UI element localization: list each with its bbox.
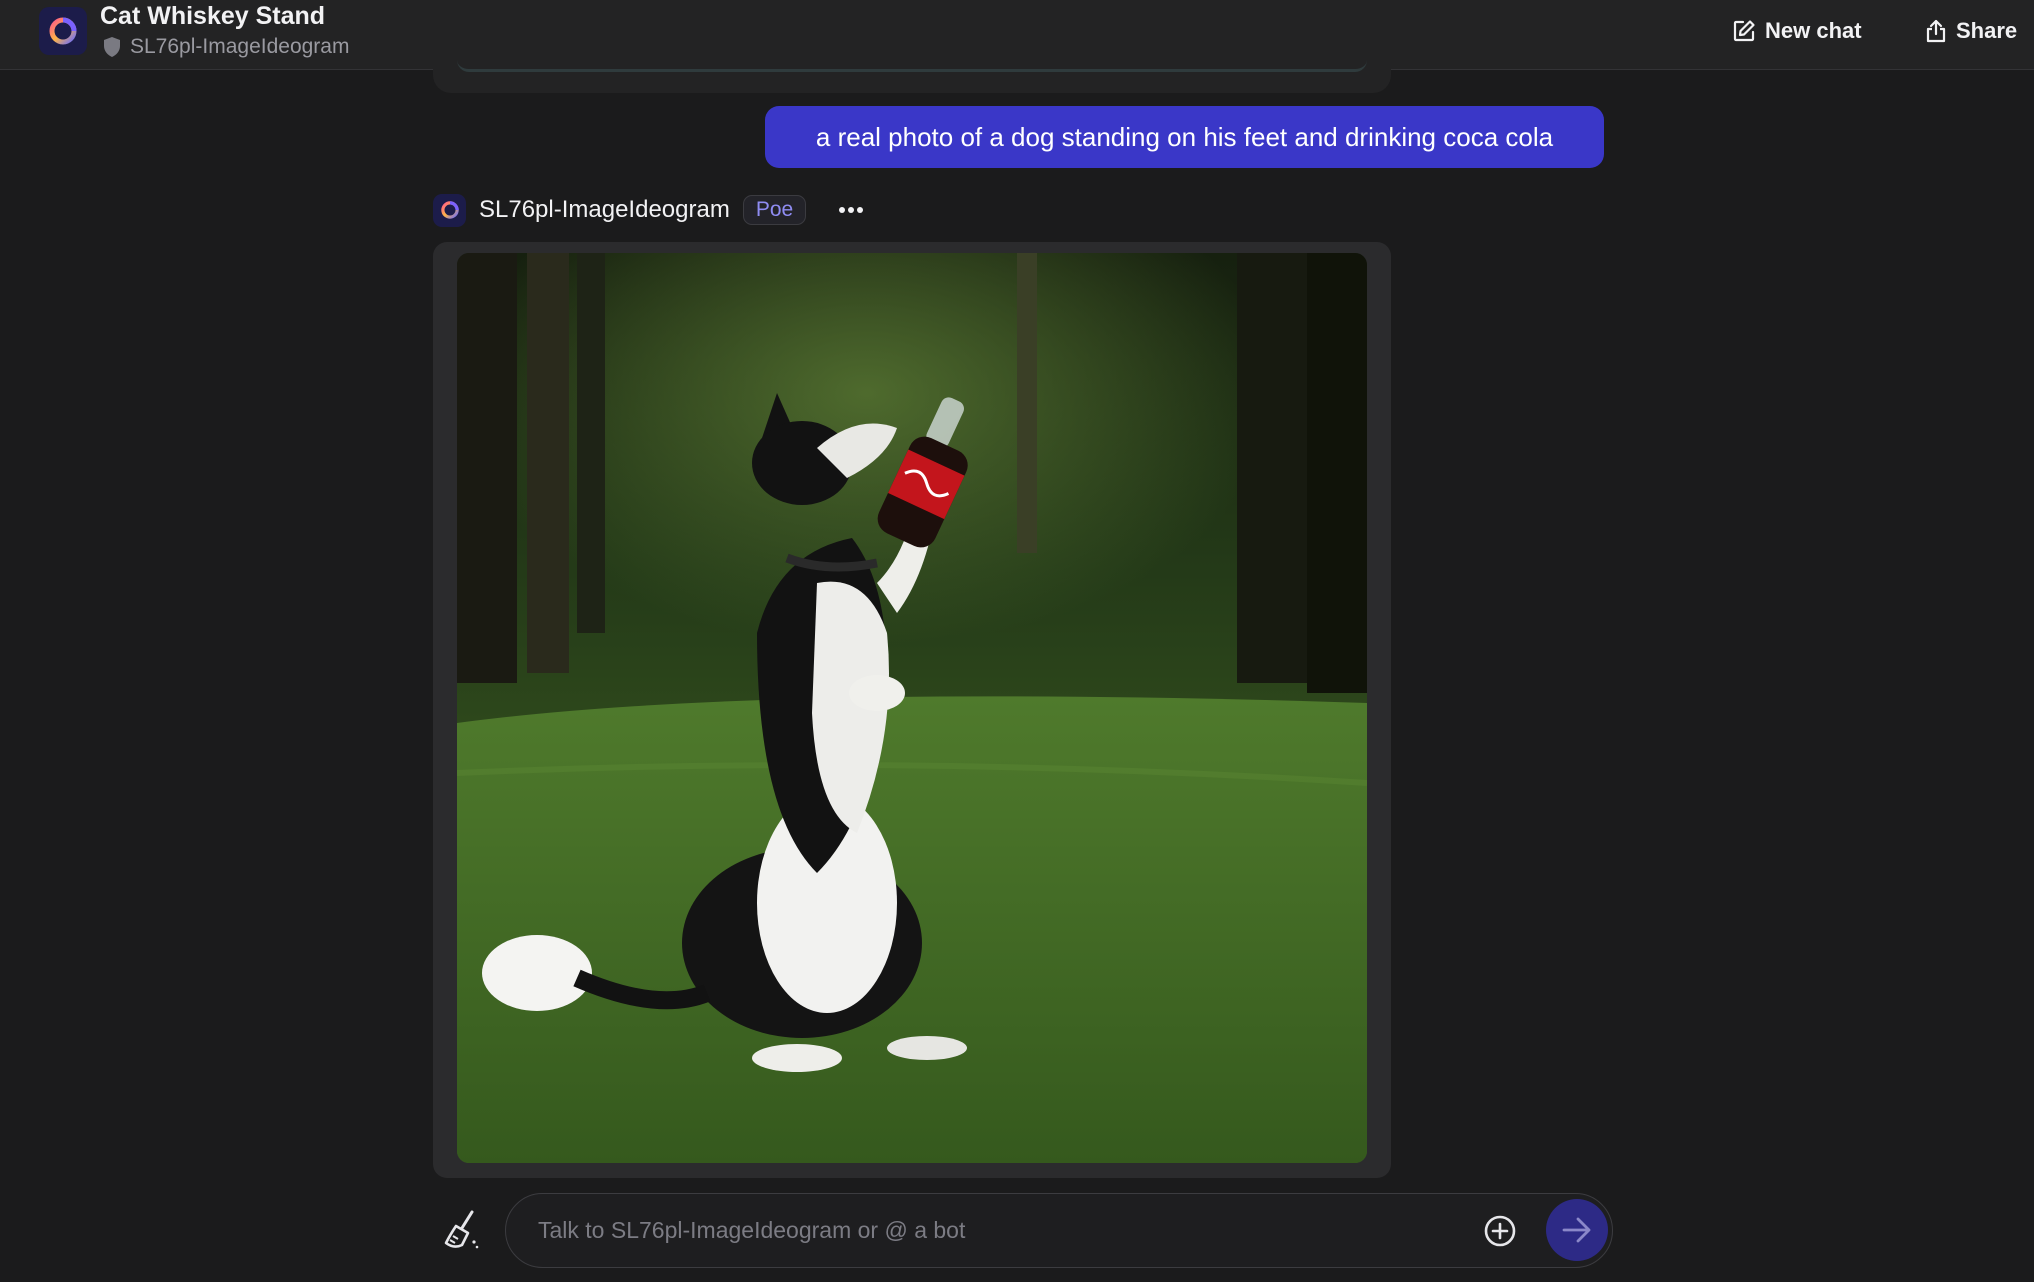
clear-context-button[interactable] [437,1205,487,1255]
bot-name-label: SL76pl-ImageIdeogram [130,35,350,58]
poe-swirl-logo-icon [49,17,77,45]
share-label: Share [1956,18,2018,43]
plus-circle-icon [1484,1215,1516,1247]
message-composer [505,1193,1613,1268]
previous-message-card [433,40,1391,93]
shield-icon [102,36,122,58]
broom-icon [444,1210,479,1249]
bot-avatar-small[interactable] [433,193,466,227]
send-button[interactable] [1546,1199,1608,1261]
share-button[interactable]: Share [1925,15,2017,47]
user-message-bubble[interactable]: a real photo of a dog standing on his fe… [765,106,1604,168]
share-upload-icon [1926,19,1946,43]
ellipsis-icon [839,207,864,213]
attach-button[interactable] [1481,1212,1519,1250]
more-options-button[interactable] [834,195,868,225]
bot-avatar[interactable] [39,7,87,55]
chat-title: Cat Whiskey Stand [100,2,326,30]
bot-subtitle[interactable]: SL76pl-ImageIdeogram [102,35,349,59]
message-input[interactable] [538,1194,1458,1267]
new-chat-button[interactable]: New chat [1732,15,1862,47]
generated-dog-image[interactable] [457,253,1367,1163]
bot-response-header: SL76pl-ImageIdeogram Poe [433,193,868,227]
poe-swirl-logo-icon [440,201,459,219]
previous-message-edge [457,60,1367,72]
poe-badge: Poe [742,195,807,225]
edit-square-icon [1733,20,1755,42]
bot-response-name[interactable]: SL76pl-ImageIdeogram [479,196,730,224]
arrow-right-icon [1562,1217,1591,1243]
bot-image-card [433,242,1391,1178]
new-chat-label: New chat [1765,18,1862,43]
